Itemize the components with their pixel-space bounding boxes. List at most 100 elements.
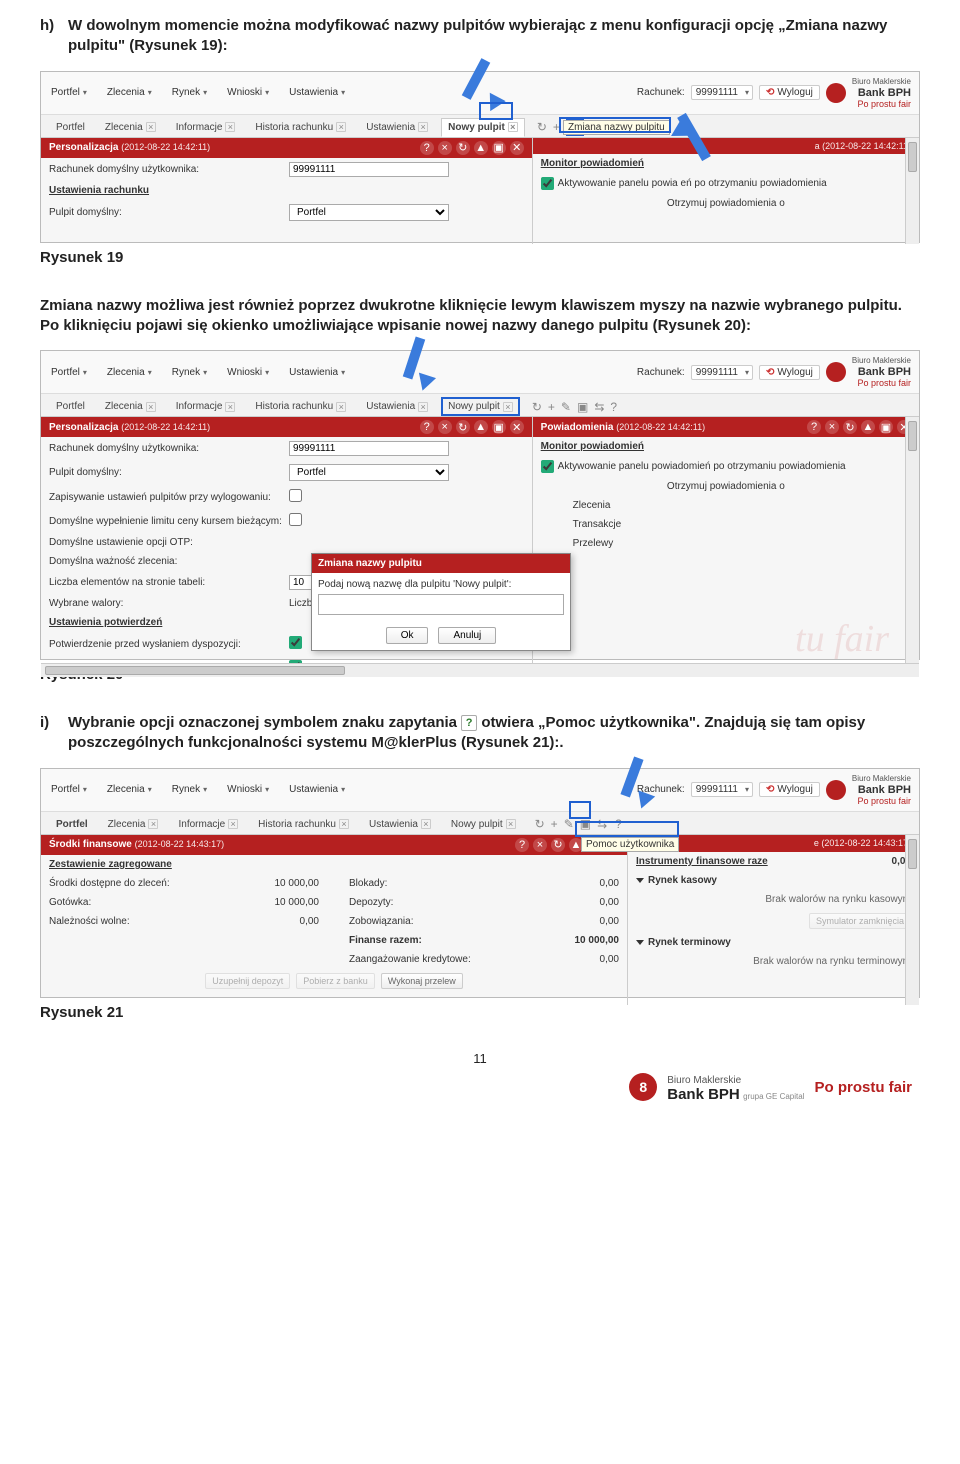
chevron-down-icon[interactable] bbox=[636, 878, 644, 883]
screenshot-19: Portfel Zlecenia Rynek Wnioski Ustawienia Ra… bbox=[40, 71, 920, 243]
footer-brand: 8 Biuro Maklerskie Bank BPH grupa GE Cap… bbox=[40, 1072, 920, 1113]
close-tab-icon[interactable]: × bbox=[336, 122, 346, 132]
tab-zlecenia[interactable]: Zlecenia× bbox=[101, 815, 166, 834]
tab-nowy-pulpit[interactable]: Nowy pulpit× bbox=[441, 118, 525, 137]
help-icon[interactable]: ? bbox=[420, 141, 434, 155]
tab-portfel[interactable]: Portfel bbox=[49, 397, 92, 416]
close-tab-icon[interactable]: × bbox=[225, 122, 235, 132]
tab-ustawienia[interactable]: Ustawienia× bbox=[359, 397, 435, 416]
close-tab-icon[interactable]: × bbox=[339, 819, 349, 829]
pencil-icon[interactable]: ✎ bbox=[561, 400, 571, 414]
tab-portfel[interactable]: Portfel bbox=[49, 815, 95, 834]
scrollbar-v[interactable] bbox=[905, 835, 919, 1005]
paragraph-mid: Zmiana nazwy możliwa jest również poprze… bbox=[40, 296, 920, 337]
field-select[interactable]: Portfel bbox=[289, 464, 449, 481]
tab-informacje[interactable]: Informacje× bbox=[169, 397, 243, 416]
cancel-button[interactable]: Anuluj bbox=[438, 627, 496, 644]
menu-portfel[interactable]: Portfel bbox=[49, 86, 93, 99]
close-icon[interactable]: ✕ bbox=[510, 141, 524, 155]
close-tab-icon[interactable]: × bbox=[421, 819, 431, 829]
add-icon[interactable]: + bbox=[551, 817, 558, 831]
reset-icon[interactable]: × bbox=[438, 141, 452, 155]
tab-ustawienia[interactable]: Ustawienia× bbox=[362, 815, 438, 834]
tabs: Portfel Zlecenia× Informacje× Historia rach… bbox=[41, 812, 919, 835]
withdraw-button[interactable]: Pobierz z banku bbox=[296, 973, 375, 989]
menu-ustawienia[interactable]: Ustawienia bbox=[287, 86, 351, 99]
close-tab-icon[interactable]: × bbox=[225, 402, 235, 412]
tab-nowy-pulpit[interactable]: Nowy pulpit× bbox=[444, 815, 523, 834]
scrollbar-v[interactable] bbox=[905, 138, 919, 244]
checkbox[interactable] bbox=[289, 636, 302, 649]
swap-icon[interactable]: ⇆ bbox=[594, 400, 604, 414]
collapse-icon[interactable]: ▣ bbox=[492, 141, 506, 155]
menu-portfel[interactable]: Portfel bbox=[49, 366, 93, 379]
account-select[interactable]: 99991111 bbox=[691, 365, 753, 380]
account-select[interactable]: 99991111 bbox=[691, 85, 753, 100]
logout-button[interactable]: Wyloguj bbox=[759, 365, 820, 380]
close-tab-icon[interactable]: × bbox=[418, 402, 428, 412]
close-tab-icon[interactable]: × bbox=[506, 819, 516, 829]
close-tab-icon[interactable]: × bbox=[418, 122, 428, 132]
chevron-down-icon[interactable] bbox=[636, 940, 644, 945]
rachunek-label: Rachunek: bbox=[637, 87, 685, 98]
rename-dialog-input[interactable] bbox=[318, 594, 564, 615]
deposit-button[interactable]: Uzupełnij depozyt bbox=[205, 973, 290, 989]
help-icon[interactable]: ? bbox=[610, 400, 617, 414]
transfer-button[interactable]: Wykonaj przelew bbox=[381, 973, 463, 989]
tab-informacje[interactable]: Informacje× bbox=[169, 118, 243, 137]
settings-icon[interactable]: ↻ bbox=[456, 141, 470, 155]
account-select[interactable]: 99991111 bbox=[691, 782, 753, 797]
menu-rynek[interactable]: Rynek bbox=[170, 366, 213, 379]
screenshot-21: PortfelZleceniaRynekWnioskiUstawienia Ra… bbox=[40, 768, 920, 998]
close-tab-icon[interactable]: × bbox=[148, 819, 158, 829]
up-icon[interactable]: ▲ bbox=[474, 141, 488, 155]
refresh-icon[interactable]: ↻ bbox=[535, 817, 545, 831]
menu-wnioski[interactable]: Wnioski bbox=[225, 86, 275, 99]
brand-icon bbox=[826, 83, 846, 103]
menu-wnioski[interactable]: Wnioski bbox=[225, 366, 275, 379]
scrollbar-v[interactable] bbox=[905, 417, 919, 663]
logout-button[interactable]: Wyloguj bbox=[759, 782, 820, 797]
close-tab-icon[interactable]: × bbox=[228, 819, 238, 829]
scrollbar-h[interactable] bbox=[41, 663, 919, 677]
tab-nowy-pulpit[interactable]: Nowy pulpit× bbox=[441, 397, 520, 416]
checkbox[interactable] bbox=[289, 513, 302, 526]
activate-panel-checkbox[interactable] bbox=[541, 460, 554, 473]
tab-ustawienia[interactable]: Ustawienia× bbox=[359, 118, 435, 137]
pencil-icon[interactable]: ✎ bbox=[564, 817, 574, 831]
close-tab-icon[interactable]: × bbox=[336, 402, 346, 412]
refresh-icon[interactable]: ↻ bbox=[537, 120, 547, 134]
menu-zlecenia[interactable]: Zlecenia bbox=[105, 783, 158, 796]
menu-wnioski[interactable]: Wnioski bbox=[225, 783, 275, 796]
field-input[interactable] bbox=[289, 441, 449, 456]
screenshot-20: PortfelZleceniaRynekWnioskiUstawienia Ra… bbox=[40, 350, 920, 660]
tab-historia-rachunku[interactable]: Historia rachunku× bbox=[248, 118, 353, 137]
close-tab-icon[interactable]: × bbox=[508, 122, 518, 132]
close-tab-icon[interactable]: × bbox=[146, 402, 156, 412]
menu-ustawienia[interactable]: Ustawienia bbox=[287, 366, 351, 379]
checkbox[interactable] bbox=[289, 489, 302, 502]
activate-panel-checkbox[interactable] bbox=[541, 177, 554, 190]
menu-rynek[interactable]: Rynek bbox=[170, 86, 213, 99]
menu-portfel[interactable]: Portfel bbox=[49, 783, 93, 796]
close-tab-icon[interactable]: × bbox=[503, 402, 513, 412]
tab-historia-rachunku[interactable]: Historia rachunku× bbox=[248, 397, 353, 416]
menu-ustawienia[interactable]: Ustawienia bbox=[287, 783, 351, 796]
tab-historia-rachunku[interactable]: Historia rachunku× bbox=[251, 815, 356, 834]
menu-rynek[interactable]: Rynek bbox=[170, 783, 213, 796]
tab-zlecenia[interactable]: Zlecenia× bbox=[98, 118, 163, 137]
logout-button[interactable]: Wyloguj bbox=[759, 85, 820, 100]
refresh-icon[interactable]: ↻ bbox=[532, 400, 542, 414]
tab-portfel[interactable]: Portfel bbox=[49, 118, 92, 137]
default-account-input[interactable] bbox=[289, 162, 449, 177]
tab-informacje[interactable]: Informacje× bbox=[171, 815, 245, 834]
add-icon[interactable]: + bbox=[548, 400, 555, 414]
ok-button[interactable]: Ok bbox=[386, 627, 429, 644]
menu-zlecenia[interactable]: Zlecenia bbox=[105, 86, 158, 99]
menu-zlecenia[interactable]: Zlecenia bbox=[105, 366, 158, 379]
layout-icon[interactable]: ▣ bbox=[577, 400, 588, 414]
close-tab-icon[interactable]: × bbox=[146, 122, 156, 132]
tab-zlecenia[interactable]: Zlecenia× bbox=[98, 397, 163, 416]
simulator-button[interactable]: Symulator zamknięcia bbox=[809, 913, 911, 929]
default-pulpit-select[interactable]: Portfel bbox=[289, 204, 449, 221]
